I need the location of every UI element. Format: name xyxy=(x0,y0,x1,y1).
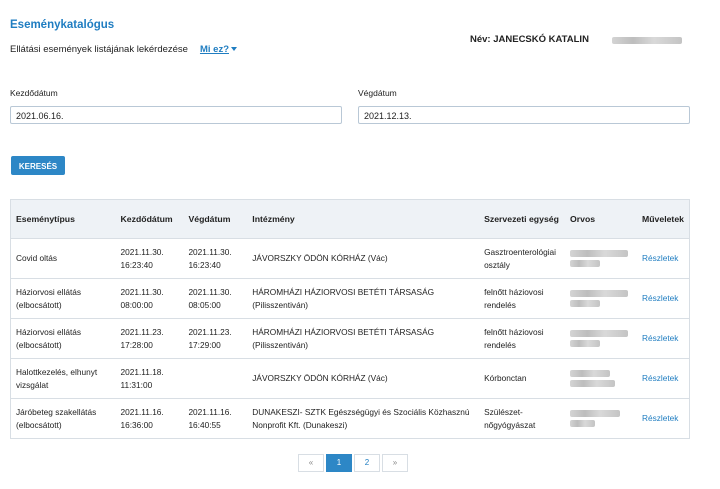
caret-down-icon xyxy=(231,47,237,52)
cell-institution: JÁVORSZKY ÖDÖN KÓRHÁZ (Vác) xyxy=(247,238,480,279)
redacted-block xyxy=(570,300,600,307)
end-date-input[interactable]: 2021.12.13. xyxy=(358,106,690,124)
events-table: Eseménytípus Kezdődátum Végdátum Intézmé… xyxy=(10,199,690,439)
cell-institution: HÁROMHÁZI HÁZIORVOSI BETÉTI TÁRSASÁG (Pi… xyxy=(247,278,480,319)
table-row: Járóbeteg szakellátás (elbocsátott) 2021… xyxy=(10,398,690,439)
col-header-end: Végdátum xyxy=(183,199,248,239)
cell-type: Háziorvosi ellátás (elbocsátott) xyxy=(10,318,116,359)
cell-end: 2021.11.30. 16:23:40 xyxy=(183,238,248,279)
redacted-block xyxy=(570,330,628,337)
cell-institution: DUNAKESZI- SZTK Egészségügyi és Szociáli… xyxy=(247,398,480,439)
cell-unit: Gasztroenterológiai osztály xyxy=(479,238,565,279)
cell-unit: Kórbonctan xyxy=(479,358,565,399)
cell-type: Covid oltás xyxy=(10,238,116,279)
cell-end: 2021.11.30. 08:05:00 xyxy=(183,278,248,319)
page-button-2[interactable]: 2 xyxy=(354,454,380,472)
table-row: Háziorvosi ellátás (elbocsátott) 2021.11… xyxy=(10,278,690,319)
cell-actions: Részletek xyxy=(636,318,690,359)
col-header-start: Kezdődátum xyxy=(115,199,184,239)
col-header-unit: Szervezeti egység xyxy=(479,199,565,239)
cell-start: 2021.11.16. 16:36:00 xyxy=(115,398,184,439)
table-row: Covid oltás 2021.11.30. 16:23:40 2021.11… xyxy=(10,238,690,279)
cell-start: 2021.11.30. 08:00:00 xyxy=(115,278,184,319)
cell-type: Háziorvosi ellátás (elbocsátott) xyxy=(10,278,116,319)
cell-institution: HÁROMHÁZI HÁZIORVOSI BETÉTI TÁRSASÁG (Pi… xyxy=(247,318,480,359)
redacted-block xyxy=(570,380,615,387)
redacted-block xyxy=(570,340,600,347)
cell-start: 2021.11.18. 11:31:00 xyxy=(115,358,184,399)
cell-actions: Részletek xyxy=(636,398,690,439)
cell-actions: Részletek xyxy=(636,278,690,319)
subtitle-text: Ellátási események listájának lekérdezés… xyxy=(10,44,188,55)
page-title: Eseménykatalógus xyxy=(10,19,115,31)
table-header-row: Eseménytípus Kezdődátum Végdátum Intézmé… xyxy=(10,199,690,239)
cell-doctor-redacted xyxy=(565,318,637,359)
redacted-block xyxy=(570,250,628,257)
page-button-1[interactable]: 1 xyxy=(326,454,352,472)
col-header-actions: Műveletek xyxy=(636,199,690,239)
cell-unit: Szülészet-nőgyógyászat xyxy=(479,398,565,439)
redacted-block xyxy=(570,370,610,377)
col-header-type: Eseménytípus xyxy=(10,199,116,239)
end-date-label: Végdátum xyxy=(358,88,397,98)
cell-actions: Részletek xyxy=(636,358,690,399)
cell-start: 2021.11.30. 16:23:40 xyxy=(115,238,184,279)
cell-type: Halottkezelés, elhunyt vizsgálat xyxy=(10,358,116,399)
cell-unit: felnőtt háziovosi rendelés xyxy=(479,318,565,359)
details-link[interactable]: Részletek xyxy=(642,333,678,343)
prev-page-button[interactable]: « xyxy=(298,454,324,472)
redacted-block xyxy=(570,410,620,417)
cell-institution: JÁVORSZKY ÖDÖN KÓRHÁZ (Vác) xyxy=(247,358,480,399)
search-button[interactable]: KERESÉS xyxy=(11,156,65,175)
cell-doctor-redacted xyxy=(565,238,637,279)
page-subtitle: Ellátási események listájának lekérdezés… xyxy=(10,44,237,55)
cell-actions: Részletek xyxy=(636,238,690,279)
col-header-institution: Intézmény xyxy=(247,199,480,239)
redacted-block xyxy=(570,260,600,267)
cell-doctor-redacted xyxy=(565,358,637,399)
cell-end: 2021.11.23. 17:29:00 xyxy=(183,318,248,359)
start-date-label: Kezdődátum xyxy=(10,88,58,98)
details-link[interactable]: Részletek xyxy=(642,293,678,303)
cell-end: 2021.11.16. 16:40:55 xyxy=(183,398,248,439)
redacted-id xyxy=(612,37,682,44)
cell-type: Járóbeteg szakellátás (elbocsátott) xyxy=(10,398,116,439)
whatis-label: Mi ez? xyxy=(199,44,229,55)
redacted-block xyxy=(570,290,628,297)
start-date-input[interactable]: 2021.06.16. xyxy=(10,106,342,124)
details-link[interactable]: Részletek xyxy=(642,373,678,383)
cell-doctor-redacted xyxy=(565,278,637,319)
table-row: Halottkezelés, elhunyt vizsgálat 2021.11… xyxy=(10,358,690,399)
details-link[interactable]: Részletek xyxy=(642,413,678,423)
next-page-button[interactable]: » xyxy=(382,454,408,472)
cell-doctor-redacted xyxy=(565,398,637,439)
whatis-link[interactable]: Mi ez? xyxy=(200,44,237,55)
pagination: « 1 2 » xyxy=(298,454,408,472)
table-row: Háziorvosi ellátás (elbocsátott) 2021.11… xyxy=(10,318,690,359)
redacted-block xyxy=(570,420,595,427)
user-name: Név: JANECSKÓ KATALIN xyxy=(470,34,589,45)
cell-end xyxy=(183,358,248,399)
cell-unit: felnőtt háziovosi rendelés xyxy=(479,278,565,319)
col-header-doctor: Orvos xyxy=(565,199,637,239)
cell-start: 2021.11.23. 17:28:00 xyxy=(115,318,184,359)
details-link[interactable]: Részletek xyxy=(642,253,678,263)
